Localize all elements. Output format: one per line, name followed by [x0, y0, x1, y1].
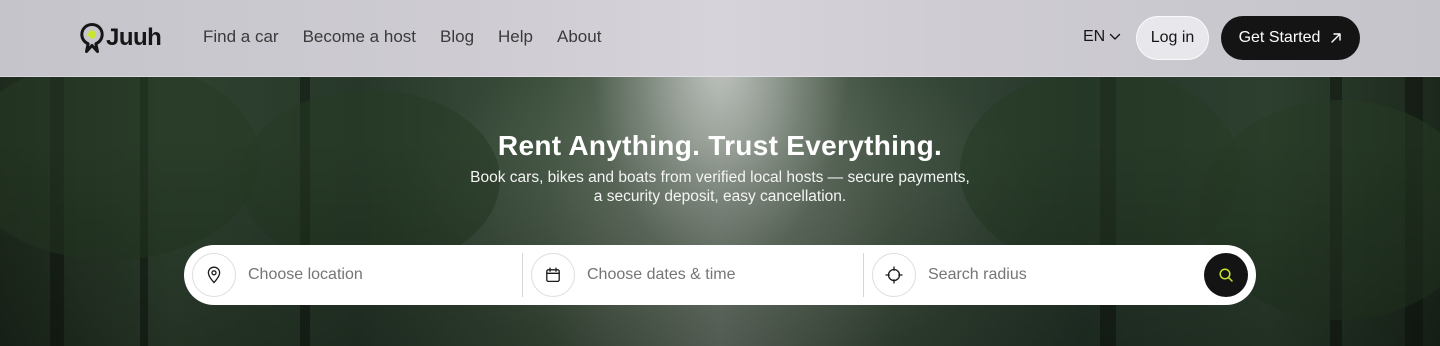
login-label: Log in [1150, 29, 1195, 46]
nav-item-become-a-host[interactable]: Become a host [303, 27, 416, 47]
nav-item-blog[interactable]: Blog [440, 27, 474, 47]
language-selector[interactable]: EN [1083, 28, 1121, 46]
hero-title: Rent Anything. Trust Everything. [497, 130, 943, 161]
get-started-button[interactable]: Get Started [1221, 16, 1360, 60]
calendar-icon-wrap [531, 253, 575, 297]
hero-subtitle-line-1: Book cars, bikes and boats from verified… [470, 169, 970, 186]
hero-subtitle: Book cars, bikes and boats from verified… [460, 168, 980, 206]
location-icon-wrap [192, 253, 236, 297]
get-started-label: Get Started [1238, 29, 1321, 46]
nav-item-about[interactable]: About [557, 27, 601, 47]
site-header: Juuh Find a car Become a host Blog Help … [0, 0, 1440, 77]
calendar-icon [546, 267, 560, 283]
brand-name: Juuh [106, 24, 162, 51]
location-segment[interactable] [184, 245, 523, 305]
search-icon [1219, 268, 1233, 282]
nav-item-help[interactable]: Help [498, 27, 533, 47]
map-pin-icon [207, 266, 221, 284]
chevron-down-icon [1110, 33, 1121, 40]
hero-subtitle-line-2: a security deposit, easy cancellation. [593, 188, 847, 205]
crosshair-icon [885, 266, 903, 284]
map-pin-logo-icon [80, 23, 104, 53]
search-bar [184, 245, 1256, 305]
language-label: EN [1083, 28, 1106, 45]
radius-segment[interactable] [864, 245, 1256, 305]
login-button[interactable]: Log in [1136, 16, 1209, 60]
dates-segment[interactable] [523, 245, 864, 305]
location-input[interactable] [248, 266, 488, 284]
arrow-up-right-icon [1331, 33, 1342, 43]
radius-input[interactable] [928, 266, 1168, 284]
crosshair-icon-wrap [872, 253, 916, 297]
nav-item-find-a-car[interactable]: Find a car [203, 27, 279, 47]
dates-input[interactable] [587, 266, 827, 284]
brand-logo[interactable]: Juuh [80, 22, 162, 54]
search-button[interactable] [1204, 253, 1248, 297]
main-nav: Find a car Become a host Blog Help About [203, 27, 601, 47]
